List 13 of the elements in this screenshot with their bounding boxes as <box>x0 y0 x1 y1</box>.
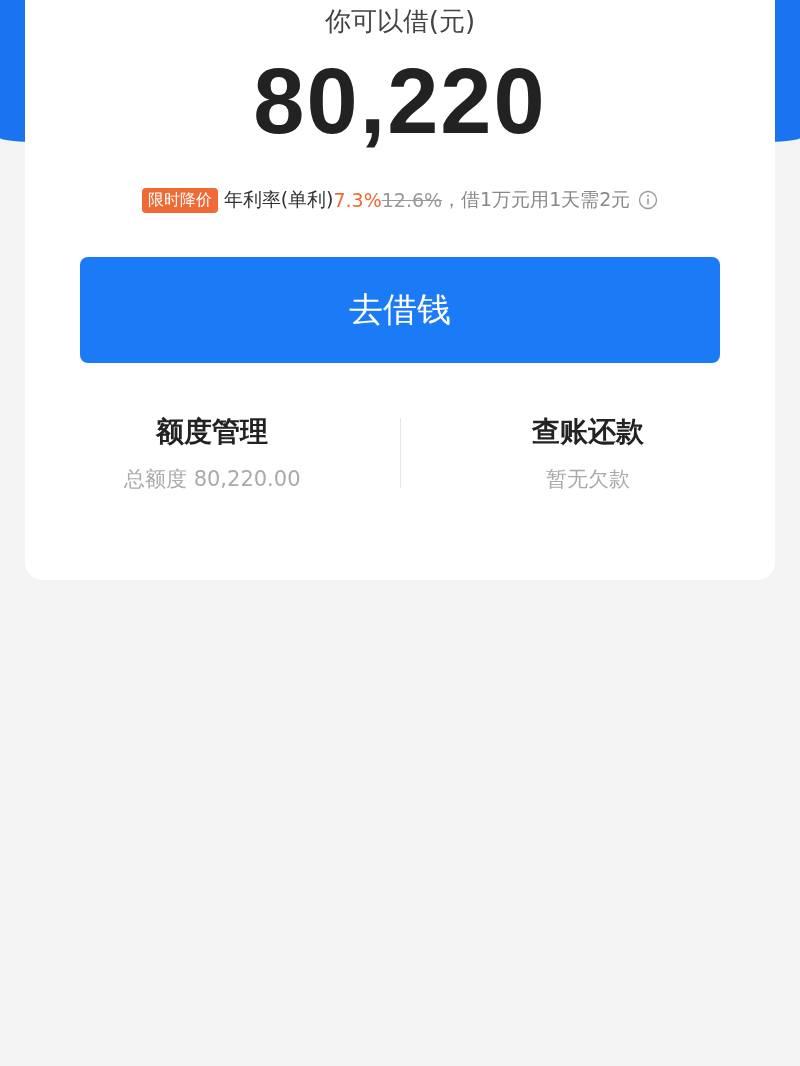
available-amount: 80,220 <box>253 51 547 151</box>
action-subtitle: 总额度 80,220.00 <box>123 466 301 493</box>
action-subtitle: 暂无欠款 <box>545 466 630 493</box>
action-title[interactable]: 查账还款 <box>531 413 644 451</box>
rate-label: 年利率(单利) <box>223 187 334 212</box>
info-icon[interactable] <box>638 190 659 210</box>
loan-note: ，借1万元用1天需2元 <box>442 187 631 212</box>
old-rate: 12.6% <box>381 189 443 211</box>
rate-value: 7.3% <box>333 189 382 211</box>
card-heading: 你可以借(元) <box>324 5 476 38</box>
borrow-button[interactable]: 去借钱 <box>80 257 720 363</box>
action-title[interactable]: 额度管理 <box>156 413 269 451</box>
promo-tag: 限时降价 <box>141 187 218 213</box>
